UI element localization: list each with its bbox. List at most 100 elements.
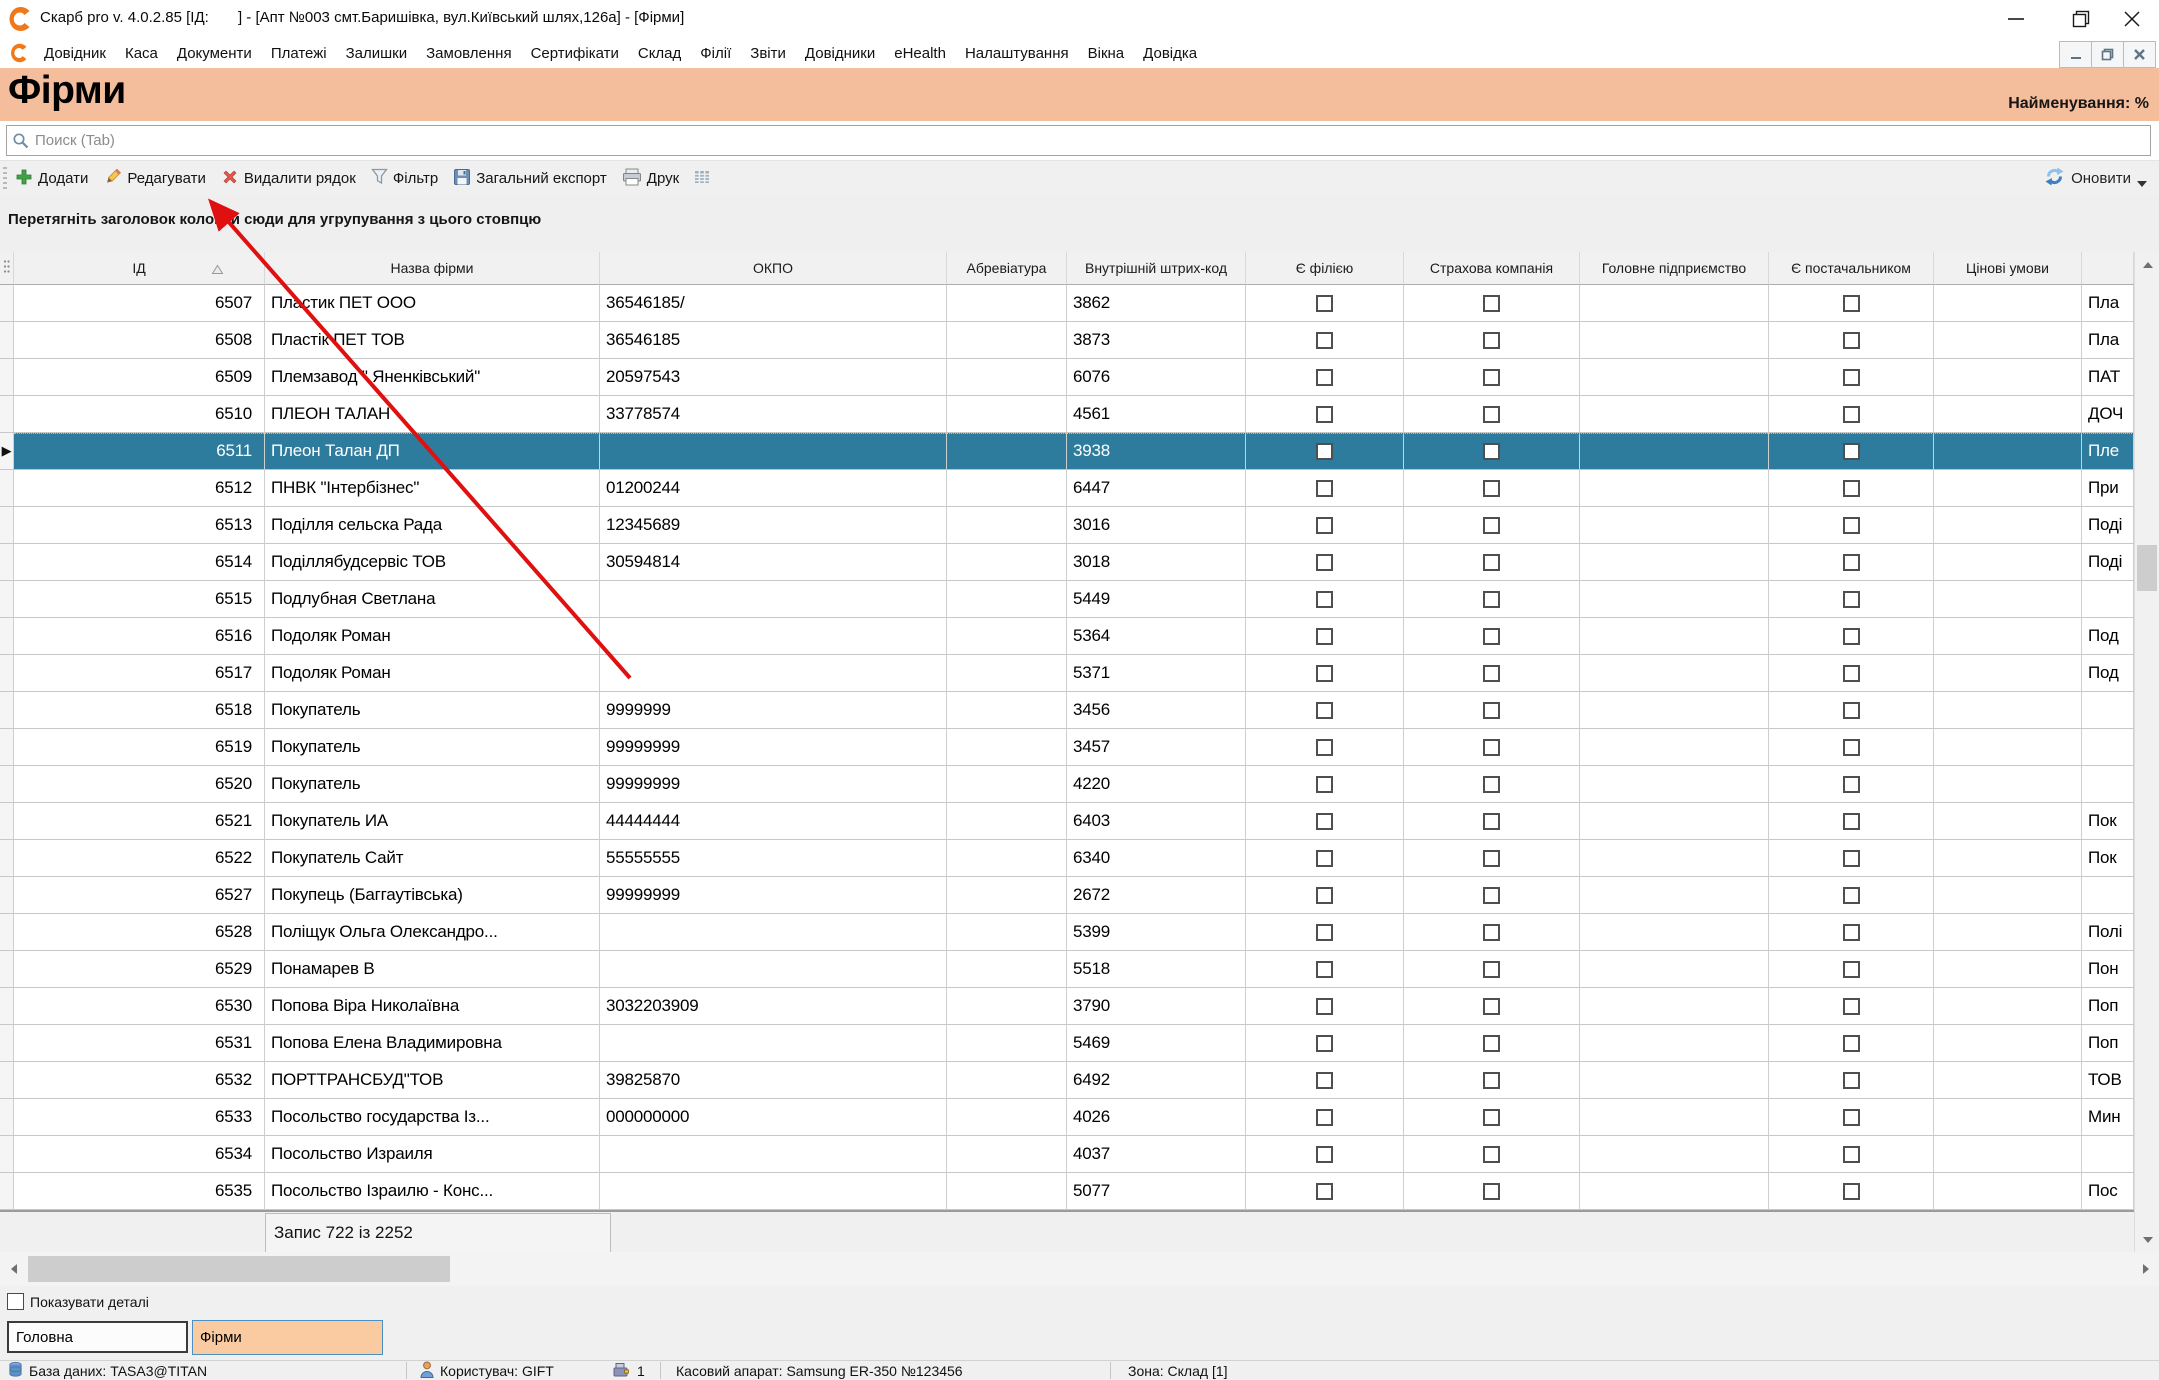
cell-is-insurance[interactable] (1404, 766, 1580, 803)
checkbox[interactable] (1843, 591, 1860, 608)
checkbox[interactable] (1483, 776, 1500, 793)
mdi-close-button[interactable] (2123, 41, 2156, 68)
table-row[interactable]: 6517Подоляк Роман5371Под (0, 655, 2134, 692)
cell-is-insurance[interactable] (1404, 581, 1580, 618)
cell-is-supplier[interactable] (1769, 803, 1934, 840)
cell-barcode[interactable]: 6447 (1067, 470, 1246, 507)
cell-id[interactable]: 6516 (14, 618, 265, 655)
cell-is-branch[interactable] (1246, 359, 1404, 396)
cell-is-branch[interactable] (1246, 877, 1404, 914)
checkbox[interactable] (1483, 295, 1500, 312)
checkbox[interactable] (1316, 961, 1333, 978)
checkbox[interactable] (1483, 554, 1500, 571)
vertical-scrollbar-thumb[interactable] (2137, 545, 2157, 591)
table-row[interactable]: 6507Пластик ПЕТ ООО36546185/3862Пла (0, 285, 2134, 322)
checkbox[interactable] (1316, 591, 1333, 608)
cell-price-terms[interactable] (1934, 1025, 2082, 1062)
checkbox[interactable] (1316, 739, 1333, 756)
cell-is-branch[interactable] (1246, 988, 1404, 1025)
cell-price-terms[interactable] (1934, 618, 2082, 655)
cell-is-supplier[interactable] (1769, 581, 1934, 618)
cell-okpo[interactable]: 20597543 (600, 359, 947, 396)
cell-name[interactable]: Попова Віра Николаївна (265, 988, 600, 1025)
cell-is-branch[interactable] (1246, 766, 1404, 803)
menu-item-4[interactable]: Платежі (271, 45, 327, 62)
cell-name[interactable]: Покупець (Баггаутівська) (265, 877, 600, 914)
cell-overflow[interactable]: Пок (2082, 803, 2134, 840)
cell-price-terms[interactable] (1934, 803, 2082, 840)
cell-overflow[interactable]: Под (2082, 618, 2134, 655)
cell-okpo[interactable] (600, 951, 947, 988)
cell-okpo[interactable] (600, 581, 947, 618)
cell-is-supplier[interactable] (1769, 988, 1934, 1025)
cell-name[interactable]: ПОРТТРАНСБУД"ТОВ (265, 1062, 600, 1099)
cell-is-branch[interactable] (1246, 951, 1404, 988)
cell-abbr[interactable] (947, 692, 1067, 729)
checkbox[interactable] (1316, 1146, 1333, 1163)
cell-main-company[interactable] (1580, 581, 1769, 618)
cell-main-company[interactable] (1580, 1136, 1769, 1173)
cell-overflow[interactable]: Пос (2082, 1173, 2134, 1210)
cell-barcode[interactable]: 3938 (1067, 433, 1246, 470)
cell-main-company[interactable] (1580, 507, 1769, 544)
cell-barcode[interactable]: 6403 (1067, 803, 1246, 840)
cell-main-company[interactable] (1580, 988, 1769, 1025)
checkbox[interactable] (1843, 924, 1860, 941)
cell-name[interactable]: Покупатель (265, 692, 600, 729)
column-header-6[interactable]: Є філією (1246, 252, 1404, 285)
cell-is-branch[interactable] (1246, 396, 1404, 433)
checkbox[interactable] (1843, 1146, 1860, 1163)
checkbox[interactable] (1843, 406, 1860, 423)
cell-abbr[interactable] (947, 1062, 1067, 1099)
menu-item-11[interactable]: Довідники (805, 45, 875, 62)
cell-okpo[interactable]: 33778574 (600, 396, 947, 433)
cell-is-supplier[interactable] (1769, 322, 1934, 359)
cell-main-company[interactable] (1580, 840, 1769, 877)
cell-okpo[interactable] (600, 655, 947, 692)
cell-abbr[interactable] (947, 359, 1067, 396)
horizontal-scrollbar-thumb[interactable] (28, 1256, 450, 1282)
cell-abbr[interactable] (947, 766, 1067, 803)
cell-abbr[interactable] (947, 507, 1067, 544)
cell-is-insurance[interactable] (1404, 470, 1580, 507)
cell-price-terms[interactable] (1934, 1099, 2082, 1136)
cell-overflow[interactable]: ПАТ (2082, 359, 2134, 396)
cell-is-branch[interactable] (1246, 1062, 1404, 1099)
table-row[interactable]: 6522Покупатель Сайт555555556340Пок (0, 840, 2134, 877)
checkbox[interactable] (1483, 998, 1500, 1015)
cell-id[interactable]: 6521 (14, 803, 265, 840)
cell-is-supplier[interactable] (1769, 766, 1934, 803)
cell-is-supplier[interactable] (1769, 692, 1934, 729)
cell-id[interactable]: 6533 (14, 1099, 265, 1136)
checkbox[interactable] (1316, 850, 1333, 867)
table-row[interactable]: 6530Попова Віра Николаївна30322039093790… (0, 988, 2134, 1025)
cell-is-insurance[interactable] (1404, 285, 1580, 322)
cell-is-insurance[interactable] (1404, 655, 1580, 692)
checkbox[interactable] (1483, 517, 1500, 534)
checkbox[interactable] (1483, 739, 1500, 756)
cell-barcode[interactable]: 3018 (1067, 544, 1246, 581)
cell-id[interactable]: 6510 (14, 396, 265, 433)
table-row[interactable]: 6529Понамарев В5518Пон (0, 951, 2134, 988)
cell-price-terms[interactable] (1934, 1062, 2082, 1099)
cell-main-company[interactable] (1580, 877, 1769, 914)
cell-is-branch[interactable] (1246, 1173, 1404, 1210)
checkbox[interactable] (1483, 813, 1500, 830)
cell-abbr[interactable] (947, 951, 1067, 988)
cell-overflow[interactable]: ТОВ (2082, 1062, 2134, 1099)
cell-is-branch[interactable] (1246, 840, 1404, 877)
table-row[interactable]: 6531Попова Елена Владимировна5469Поп (0, 1025, 2134, 1062)
cell-price-terms[interactable] (1934, 322, 2082, 359)
menu-item-8[interactable]: Склад (638, 45, 681, 62)
column-header-overflow[interactable] (2082, 252, 2134, 285)
cell-main-company[interactable] (1580, 729, 1769, 766)
cell-is-supplier[interactable] (1769, 877, 1934, 914)
cell-name[interactable]: Подоляк Роман (265, 618, 600, 655)
cell-abbr[interactable] (947, 433, 1067, 470)
cell-overflow[interactable]: Пон (2082, 951, 2134, 988)
column-header-3[interactable]: ОКПО (600, 252, 947, 285)
cell-overflow[interactable]: ДОЧ (2082, 396, 2134, 433)
cell-abbr[interactable] (947, 544, 1067, 581)
cell-main-company[interactable] (1580, 1062, 1769, 1099)
cell-okpo[interactable]: 55555555 (600, 840, 947, 877)
